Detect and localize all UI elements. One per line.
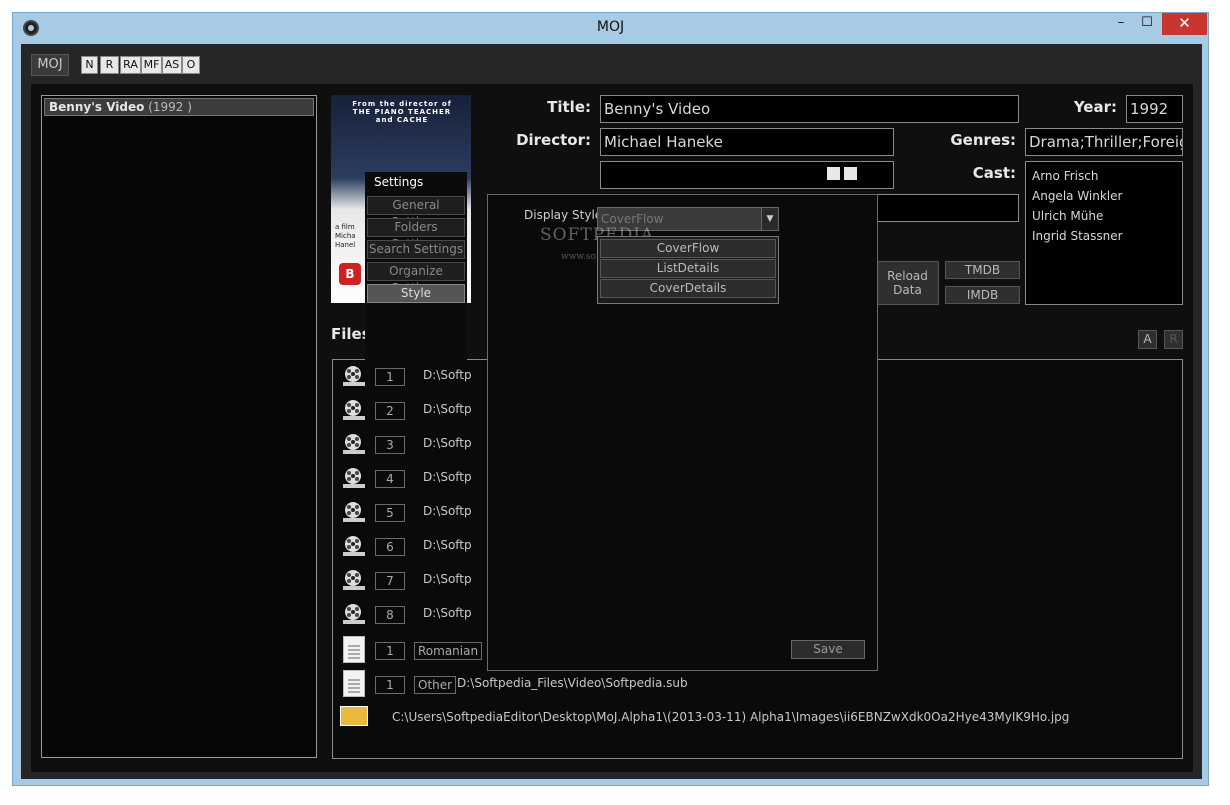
file-number[interactable]: 1 [375,368,405,386]
table-row[interactable]: C:\Users\SoftpediaEditor\Desktop\MoJ.Alp… [333,702,1182,736]
main-area: Benny's Video (1992 ) From the director … [31,84,1193,772]
genres-label: Genres: [950,131,1016,149]
maximize-button[interactable]: ☐ [1134,13,1160,35]
small-square-button[interactable] [844,167,857,180]
filter-r-button[interactable]: R [100,56,119,74]
tab-general-settings[interactable]: General Settings [367,196,465,229]
option-coverdetails[interactable]: CoverDetails [600,279,776,298]
filter-ra-button[interactable]: RA [120,56,141,74]
image-icon [340,706,368,726]
file-number[interactable]: 2 [375,402,405,420]
tmdb-button[interactable]: TMDB [945,261,1020,279]
movie-item-title: Benny's Video [49,100,145,114]
file-number[interactable]: 1 [375,642,405,660]
small-square-button[interactable] [827,167,840,180]
file-path: D:\Softp [423,402,472,416]
list-item: Arno Frisch [1032,169,1099,183]
movie-list[interactable]: Benny's Video (1992 ) [41,95,317,758]
film-reel-icon [343,468,365,488]
film-reel-icon [343,536,365,556]
title-label: Title: [547,98,591,116]
file-number[interactable]: 4 [375,470,405,488]
file-path: D:\Softp [423,572,472,586]
document-icon [343,670,365,697]
imdb-button[interactable]: IMDB [945,286,1020,304]
table-row[interactable]: 1 Other D:\Softpedia_Files\Video\Softped… [333,668,1182,702]
app-window: MOJ – ☐ ✕ MOJ N R RA MF AS O Benny's Vid… [12,12,1209,786]
settings-title: Settings [374,175,424,189]
year-label: Year: [1073,98,1117,116]
filter-o-button[interactable]: O [182,56,200,74]
window-title: MOJ [596,19,625,35]
subtitle-language[interactable]: Other [414,676,457,694]
movie-item-year: (1992 ) [148,100,192,114]
display-style-value: CoverFlow [601,212,664,226]
list-item[interactable]: Benny's Video (1992 ) [44,98,314,116]
list-item: Angela Winkler [1032,189,1123,203]
title-field[interactable]: Benny's Video [600,95,1019,123]
film-reel-icon [343,604,365,624]
chevron-down-icon[interactable]: ▼ [761,208,778,230]
subtitle-language[interactable]: Romanian [414,642,483,660]
poster-logo-icon: B [339,263,361,285]
file-path: D:\Softp [423,504,472,518]
director-label: Director: [516,131,591,149]
file-number[interactable]: 7 [375,572,405,590]
remove-file-button[interactable]: R [1164,330,1183,349]
tab-folders-settings[interactable]: Folders Settings [367,218,465,251]
list-item: Ingrid Stassner [1032,229,1123,243]
moj-menu-button[interactable]: MOJ [31,54,69,76]
save-button[interactable]: Save [791,640,865,659]
file-number[interactable]: 1 [375,676,405,694]
option-listdetails[interactable]: ListDetails [600,259,776,278]
display-style-dropdown[interactable]: CoverFlow ListDetails CoverDetails [597,236,779,304]
filter-mf-button[interactable]: MF [141,56,162,74]
poster-tagline: From the director of THE PIANO TEACHER a… [352,100,452,124]
cast-label: Cast: [972,164,1016,182]
file-number[interactable]: 3 [375,436,405,454]
minimize-button[interactable]: – [1108,13,1134,35]
tab-organize-settings[interactable]: Organize Settings [367,262,465,295]
filter-n-button[interactable]: N [81,56,98,74]
tab-search-settings[interactable]: Search Settings [367,240,465,259]
film-reel-icon [343,400,365,420]
filter-as-button[interactable]: AS [162,56,182,74]
close-button[interactable]: ✕ [1162,13,1207,35]
file-path: D:\Softp [423,368,472,382]
file-number[interactable]: 6 [375,538,405,556]
file-path: D:\Softp [423,538,472,552]
display-style-label: Display Style [524,208,603,222]
tab-style[interactable]: Style [367,284,465,303]
genres-field[interactable]: Drama;Thriller;Foreig [1025,128,1183,156]
file-path: C:\Users\SoftpediaEditor\Desktop\MoJ.Alp… [392,710,1070,724]
file-path: D:\Softp [423,470,472,484]
file-path: D:\Softp [423,606,472,620]
settings-panel: Settings General Settings Folders Settin… [365,172,467,367]
settings-content: Display Style CoverFlow ▼ SOFTPEDIA www.… [487,194,878,671]
add-file-button[interactable]: A [1138,330,1157,349]
film-reel-icon [343,434,365,454]
option-coverflow[interactable]: CoverFlow [600,239,776,258]
file-number[interactable]: 8 [375,606,405,624]
list-item: Ulrich Mühe [1032,209,1104,223]
director-field[interactable]: Michael Haneke [600,128,894,156]
file-number[interactable]: 5 [375,504,405,522]
film-reel-icon [343,366,365,386]
client-area: MOJ N R RA MF AS O Benny's Video (1992 )… [21,44,1202,779]
cast-list[interactable]: Arno Frisch Angela Winkler Ulrich Mühe I… [1025,161,1183,305]
film-reel-icon [343,570,365,590]
file-path: D:\Softpedia_Files\Video\Softpedia.sub [457,676,688,690]
file-path: D:\Softp [423,436,472,450]
year-field[interactable]: 1992 [1126,95,1183,123]
reload-data-button[interactable]: Reload Data [876,261,939,305]
film-reel-icon [343,502,365,522]
title-bar[interactable]: MOJ – ☐ ✕ [13,13,1208,43]
document-icon [343,636,365,663]
